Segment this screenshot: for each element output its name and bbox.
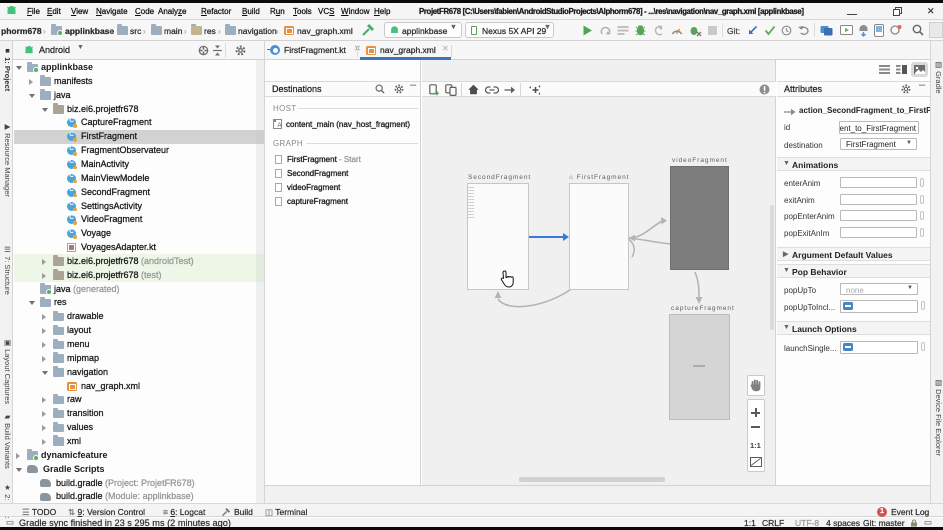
svg-text:A: A bbox=[278, 123, 282, 129]
